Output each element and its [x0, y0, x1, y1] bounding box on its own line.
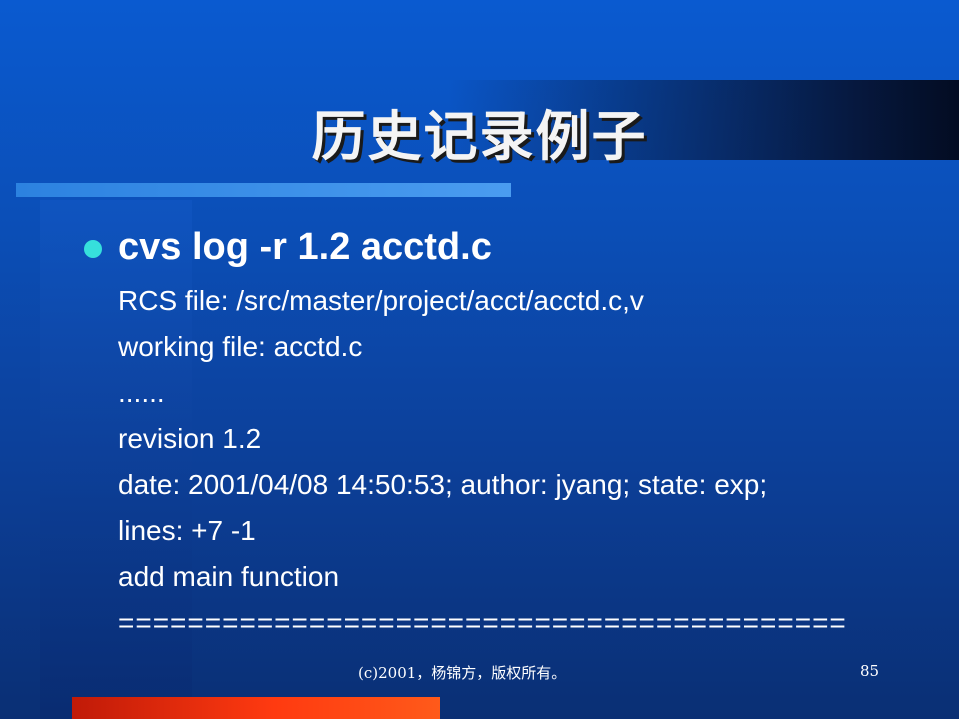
log-line-revision: revision 1.2	[118, 423, 262, 454]
log-line-rcs-file: RCS file: /src/master/project/acct/acctd…	[118, 285, 644, 316]
slide: 历史记录例子 cvs log -r 1.2 acctd.c RCS file: …	[0, 0, 959, 719]
decorative-footer-bar	[72, 697, 440, 719]
log-output: RCS file: /src/master/project/acct/acctd…	[118, 281, 847, 649]
log-line-separator: ========================================…	[118, 607, 847, 638]
slide-title: 历史记录例子	[311, 104, 648, 168]
page-number: 85	[860, 662, 880, 680]
log-line-date: date: 2001/04/08 14:50:53; author: jyang…	[118, 469, 768, 500]
decorative-title-strip	[16, 183, 511, 197]
bullet-dot-icon	[84, 240, 102, 258]
log-line-message: add main function	[118, 561, 340, 592]
log-line-ellipsis: ......	[118, 377, 165, 408]
footer-copyright: (c)2001，杨锦方，版权所有。	[358, 664, 567, 682]
log-line-working-file: working file: acctd.c	[118, 331, 363, 362]
log-line-lines: lines: +7 -1	[118, 515, 256, 546]
bullet-text: cvs log -r 1.2 acctd.c	[118, 226, 492, 268]
